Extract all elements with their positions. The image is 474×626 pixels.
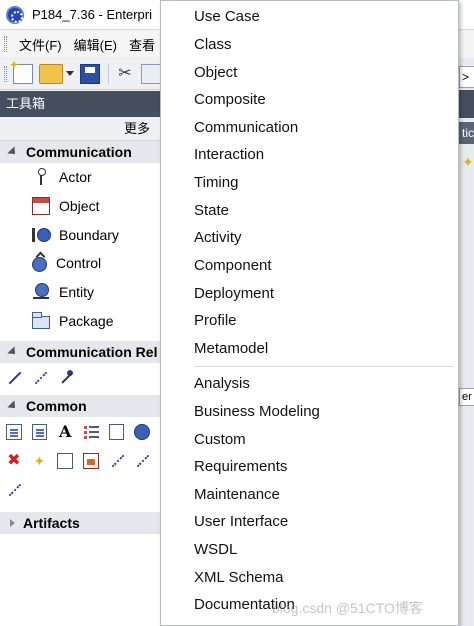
menu-item-communication[interactable]: Communication [194,118,298,138]
save-icon[interactable] [80,63,100,84]
document-icon[interactable] [31,423,48,440]
background-pane: > tic ✦ er [458,58,474,626]
common-tools-row-1: A [0,417,160,446]
window-title: P184_7.36 - Enterpri [32,7,152,22]
group-communication-relationships[interactable]: Communication Rel [0,341,160,364]
trace-icon[interactable] [109,453,125,469]
tool-object[interactable]: Object [0,192,160,221]
tool-label: Actor [59,169,92,186]
star-icon[interactable]: ✦ [462,154,474,171]
dropdown-arrow-icon[interactable] [66,71,74,76]
dependency-icon[interactable] [32,370,48,386]
group-communication[interactable]: Communication [0,141,160,163]
tool-label: Package [59,312,114,329]
copy-icon[interactable] [141,63,161,84]
menu-item-metamodel[interactable]: Metamodel [194,339,268,359]
grip-handle-icon[interactable] [4,36,7,52]
menu-item-component[interactable]: Component [194,256,272,276]
tool-actor[interactable]: Actor [0,163,160,192]
group-artifacts[interactable]: Artifacts [0,512,160,535]
diagram-frame-icon[interactable] [108,423,125,440]
toolbar-divider [108,63,109,84]
boundary-icon [32,226,51,244]
menu-item-deployment[interactable]: Deployment [194,284,274,304]
dark-panel [459,90,474,118]
address-input[interactable]: > [459,66,474,88]
tool-label: Control [56,255,102,272]
common-tools-row-2: ✖ ✦ [0,446,160,475]
menu-edit[interactable]: 编辑(E) [74,35,117,54]
object-icon [32,197,50,216]
common-tools-row-3 [0,475,160,504]
menu-item-maintenance[interactable]: Maintenance [194,485,280,505]
tool-package[interactable]: Package [0,306,160,335]
menu-item-class[interactable]: Class [194,35,232,55]
menu-separator [194,366,454,367]
association-icon[interactable] [6,370,22,386]
group-title: Communication [26,144,132,160]
realize-icon[interactable] [134,453,150,469]
group-common[interactable]: Common [0,395,160,418]
menu-item-user-interface[interactable]: User Interface [194,512,288,532]
menu-item-timing[interactable]: Timing [194,173,238,193]
menu-item-use-case[interactable]: Use Case [194,7,260,27]
tool-boundary[interactable]: Boundary [0,220,160,249]
relationship-tools-row [0,363,160,392]
tool-control[interactable]: Control [0,249,160,278]
new-file-icon[interactable] [9,58,33,84]
expand-caret-icon [10,519,15,528]
collapse-caret-icon [7,146,19,158]
grip-handle-icon[interactable] [4,65,7,82]
toolbox-panel: 工具箱 更多 Communication Actor Object Bounda… [0,91,160,626]
app-logo-icon [6,5,24,24]
text-icon[interactable]: A [57,423,73,440]
menu-item-object[interactable]: Object [194,63,237,83]
background-tab[interactable]: tic [459,122,474,144]
menu-view[interactable]: 查看 [129,35,155,54]
issue-icon[interactable]: ✖ [6,452,22,469]
background-label: er [459,388,474,406]
menu-item-interaction[interactable]: Interaction [194,145,264,165]
menu-item-xml-schema[interactable]: XML Schema [194,568,283,588]
toolbox-more-button[interactable]: 更多 [0,117,160,141]
cut-icon[interactable]: ✂ [115,64,135,84]
actor-icon [32,168,50,186]
menu-item-business-modeling[interactable]: Business Modeling [194,402,320,422]
menu-item-analysis[interactable]: Analysis [194,374,250,394]
collapse-caret-icon [7,346,19,358]
menu-item-custom[interactable]: Custom [194,430,246,450]
list-icon[interactable] [83,424,99,440]
diagram-type-menu: Use Case Class Object Composite Communic… [160,0,459,626]
message-icon[interactable] [58,369,74,386]
tool-label: Boundary [59,226,119,243]
group-title: Communication Rel [26,344,158,361]
group-title: Common [26,398,87,415]
open-folder-icon[interactable] [39,63,63,84]
tool-entity[interactable]: Entity [0,278,160,307]
group-title: Artifacts [23,515,80,532]
menu-item-profile[interactable]: Profile [194,311,237,331]
menu-file[interactable]: 文件(F) [19,35,62,54]
note-link-icon[interactable] [6,482,22,498]
note-icon[interactable] [6,423,22,440]
entity-icon [32,283,50,301]
collapse-caret-icon [7,400,19,412]
menu-item-requirements[interactable]: Requirements [194,457,287,477]
package-icon [32,312,50,330]
tool-label: Object [59,198,100,215]
watermark: blog.csdn @51CTO博客 [272,600,423,616]
menu-item-activity[interactable]: Activity [194,228,242,248]
menu-item-state[interactable]: State [194,201,229,221]
tool-label: Entity [59,284,95,301]
hyperlink-icon[interactable] [134,423,151,440]
menu-item-composite[interactable]: Composite [194,90,266,110]
toolbox-title: 工具箱 [0,91,160,117]
boundary-frame-icon[interactable] [57,452,74,469]
change-icon[interactable]: ✦ [32,453,48,469]
control-icon [32,256,47,272]
artifact-icon[interactable] [83,452,99,469]
menu-item-wsdl[interactable]: WSDL [194,540,237,560]
